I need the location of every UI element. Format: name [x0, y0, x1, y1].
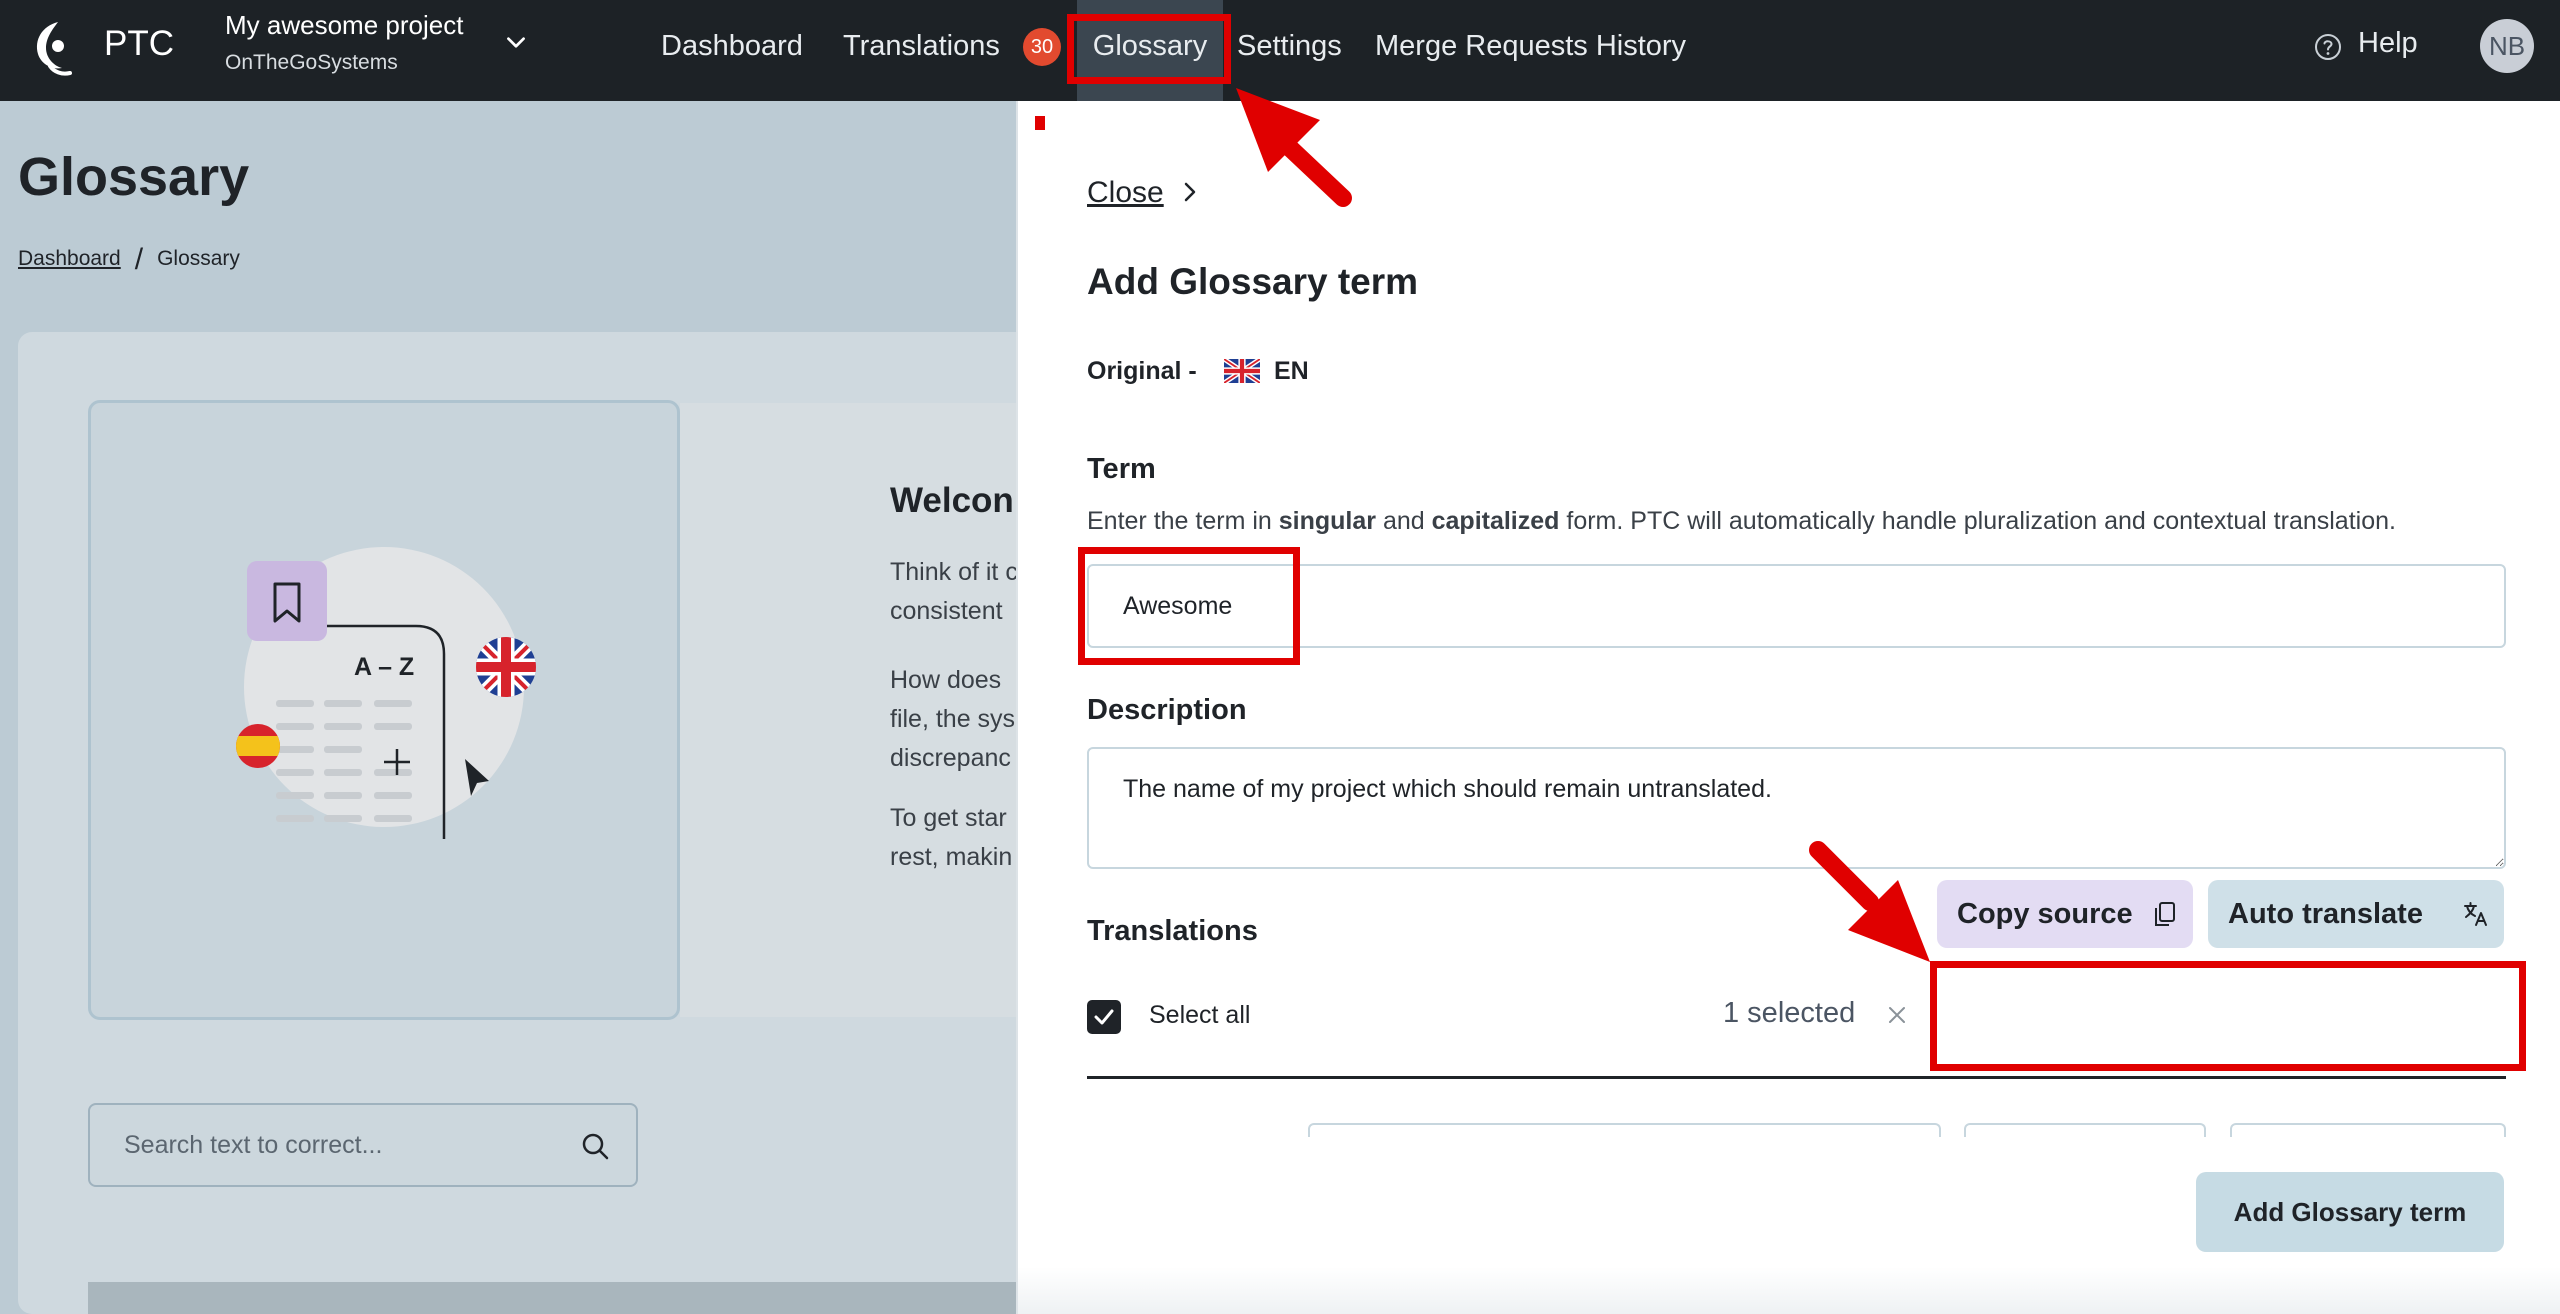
translations-divider	[1087, 1076, 2506, 1079]
translations-count-badge: 30	[1023, 28, 1061, 66]
project-organization: OnTheGoSystems	[225, 51, 398, 74]
selected-count: 1 selected	[1723, 997, 1856, 1029]
nav-settings[interactable]: Settings	[1237, 0, 1342, 101]
add-glossary-term-drawer: Close Add Glossary term Original - EN Te…	[1016, 101, 2560, 1314]
term-label: Term	[1087, 453, 1156, 485]
description-label: Description	[1087, 694, 1247, 726]
uk-flag-icon	[1224, 359, 1260, 383]
illustration-az-label: A – Z	[354, 653, 415, 681]
original-language-label: Original -	[1087, 357, 1197, 385]
project-switcher[interactable]: My awesome project OnTheGoSystems	[225, 10, 463, 75]
close-icon[interactable]	[1886, 1004, 1908, 1026]
intro-text-line: rest, makin	[890, 843, 1013, 871]
checkmark-icon	[1094, 1009, 1114, 1025]
intro-text-line: To get star	[890, 804, 1007, 832]
intro-text-line: Think of it c	[890, 558, 1018, 586]
intro-text-line: file, the sys	[890, 705, 1016, 733]
term-hint-emphasis: capitalized	[1431, 507, 1560, 535]
breadcrumb-separator: /	[134, 243, 144, 276]
ptc-logo-icon[interactable]	[28, 18, 78, 78]
copy-source-button[interactable]: Copy source	[1937, 880, 2193, 948]
brand-name[interactable]: PTC	[104, 24, 174, 64]
annotation-highlight-glossary	[1067, 14, 1231, 84]
page-title: Glossary	[18, 147, 250, 207]
term-hint: Enter the term in singular and capitaliz…	[1087, 507, 2396, 536]
annotation-mark	[1035, 116, 1045, 130]
glossary-illustration: A – Z	[88, 400, 680, 1020]
term-hint-emphasis: singular	[1278, 507, 1376, 535]
intro-text-line: How does	[890, 666, 1002, 694]
auto-translate-button[interactable]: Auto translate	[2208, 880, 2504, 948]
translate-icon	[2464, 902, 2487, 926]
project-name: My awesome project	[225, 10, 464, 40]
top-navigation: PTC My awesome project OnTheGoSystems Da…	[0, 0, 2560, 101]
table-header-strip	[88, 1282, 1028, 1314]
close-drawer-link[interactable]: Close	[1087, 176, 1164, 210]
term-hint-text: Enter the term in	[1087, 507, 1279, 535]
welcome-title: Welcon	[890, 481, 1014, 520]
help-link[interactable]: Help	[2358, 27, 2418, 60]
add-glossary-term-button[interactable]: Add Glossary term	[2196, 1172, 2504, 1252]
breadcrumb-current: Glossary	[157, 247, 240, 270]
annotation-highlight-buttons	[1930, 961, 2526, 1071]
term-hint-text: and	[1376, 507, 1432, 535]
intro-text-line: consistent	[890, 597, 1003, 625]
breadcrumb: Dashboard / Glossary	[18, 243, 240, 277]
breadcrumb-dashboard-link[interactable]: Dashboard	[18, 247, 121, 270]
avatar[interactable]: NB	[2480, 19, 2534, 73]
copy-icon	[2155, 902, 2175, 926]
glossary-illustration-graphic	[236, 547, 536, 839]
help-icon[interactable]	[2313, 32, 2343, 62]
chevron-right-icon[interactable]	[1178, 180, 1202, 204]
copy-source-label: Copy source	[1957, 897, 2133, 930]
nav-merge-requests-history[interactable]: Merge Requests History	[1375, 0, 1686, 101]
translations-label: Translations	[1087, 915, 1258, 947]
search-input[interactable]: Search text to correct...	[88, 1103, 638, 1187]
drawer-footer	[1018, 1267, 2560, 1314]
translation-row-field[interactable]	[1964, 1123, 2206, 1137]
search-icon[interactable]	[580, 1131, 610, 1161]
description-textarea[interactable]: The name of my project which should rema…	[1087, 747, 2506, 869]
nav-translations[interactable]: Translations	[843, 0, 1000, 101]
chevron-down-icon[interactable]	[503, 30, 529, 56]
term-hint-text: form. PTC will automatically handle plur…	[1559, 507, 2396, 535]
translation-row-field[interactable]	[2230, 1123, 2506, 1137]
annotation-highlight-term	[1078, 547, 1300, 665]
select-all-label[interactable]: Select all	[1149, 1001, 1250, 1030]
drawer-title: Add Glossary term	[1087, 261, 1419, 302]
translation-row-field[interactable]	[1308, 1123, 1941, 1137]
search-placeholder: Search text to correct...	[124, 1131, 383, 1159]
auto-translate-label: Auto translate	[2228, 897, 2423, 930]
original-language-code: EN	[1274, 357, 1309, 385]
intro-text-line: discrepanc	[890, 744, 1011, 772]
glossary-intro-panel: Welcon Think of it c consistent How does…	[680, 403, 1022, 1017]
nav-dashboard[interactable]: Dashboard	[661, 0, 803, 101]
select-all-checkbox[interactable]	[1087, 1000, 1121, 1034]
